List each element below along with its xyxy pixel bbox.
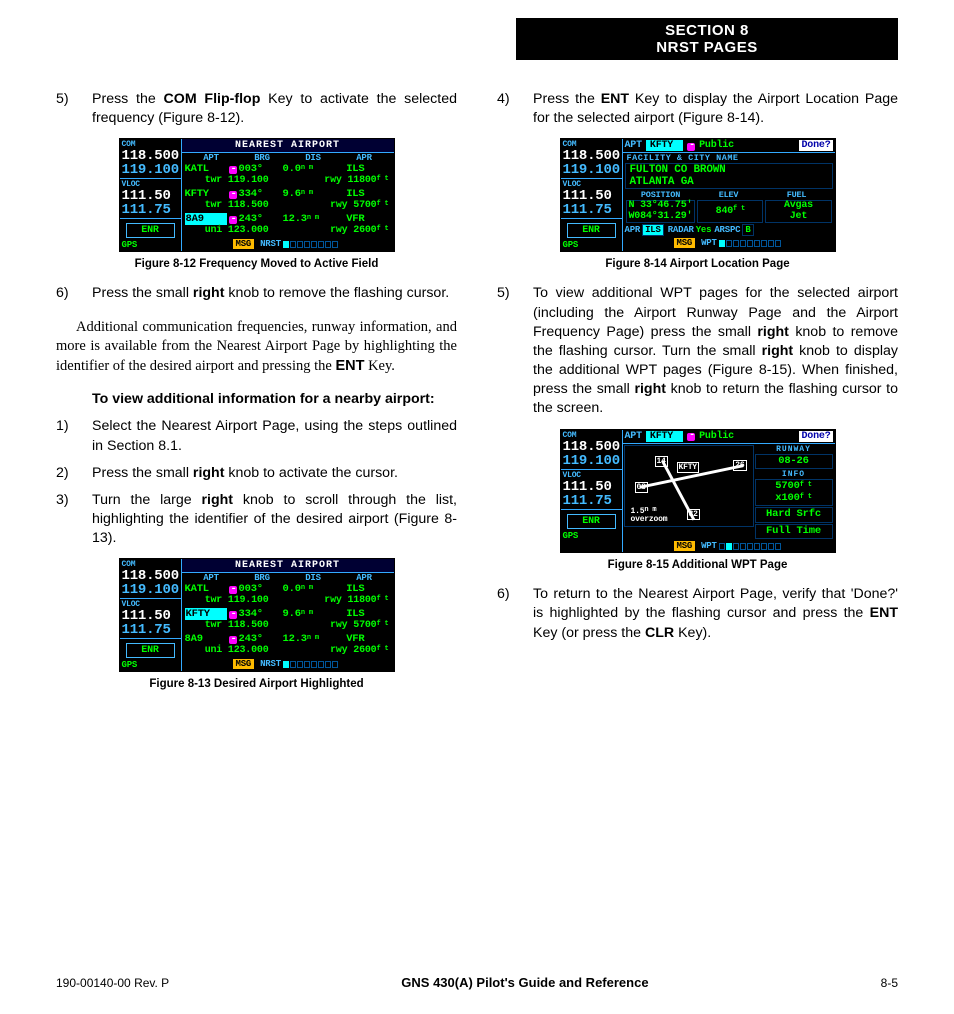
list-item: 5) Press the COM Flip-flop Key to activa… (56, 90, 457, 128)
figure-caption: Figure 8-12 Frequency Moved to Active Fi… (56, 258, 457, 270)
procedure-list: 5) Press the COM Flip-flop Key to activa… (56, 90, 457, 128)
page-footer: 190-00140-00 Rev. P GNS 430(A) Pilot's G… (56, 975, 898, 990)
gps-screenshot-8-12: COM 118.500 119.100 VLOC 111.50 111.75 E… (119, 138, 395, 252)
figure-caption: Figure 8-15 Additional WPT Page (497, 559, 898, 571)
page-content: 5) Press the COM Flip-flop Key to activa… (56, 18, 898, 704)
figure-caption: Figure 8-14 Airport Location Page (497, 258, 898, 270)
gps-screenshot-8-15: COM118.500119.100 VLOC111.50111.75 ENR G… (560, 429, 836, 554)
section-title: NRST PAGES (516, 39, 898, 56)
list-item: 6) Press the small right knob to remove … (56, 284, 457, 303)
runway-map: 14 KFTY 26 08 32 1.5n moverzoom (624, 445, 754, 527)
gps-screenshot-8-13: COM118.500119.100 VLOC111.50111.75 ENR G… (119, 558, 395, 672)
step-text: Press the COM Flip-flop Key to activate … (92, 90, 457, 128)
step-number: 5) (56, 90, 92, 128)
section-number: SECTION 8 (516, 22, 898, 39)
figure-caption: Figure 8-13 Desired Airport Highlighted (56, 678, 457, 690)
section-header: SECTION 8 NRST PAGES (516, 18, 898, 60)
gps-screenshot-8-14: COM118.500119.100 VLOC111.50111.75 ENR G… (560, 138, 836, 252)
doc-number: 190-00140-00 Rev. P (56, 976, 169, 990)
left-column: 5) Press the COM Flip-flop Key to activa… (56, 90, 457, 704)
page-number: 8-5 (881, 976, 898, 990)
body-paragraph: Additional communication frequencies, ru… (56, 318, 457, 377)
doc-title: GNS 430(A) Pilot's Guide and Reference (401, 975, 648, 990)
procedure-heading: To view additional information for a nea… (92, 390, 457, 409)
right-column: 4)Press the ENT Key to display the Airpo… (497, 90, 898, 704)
